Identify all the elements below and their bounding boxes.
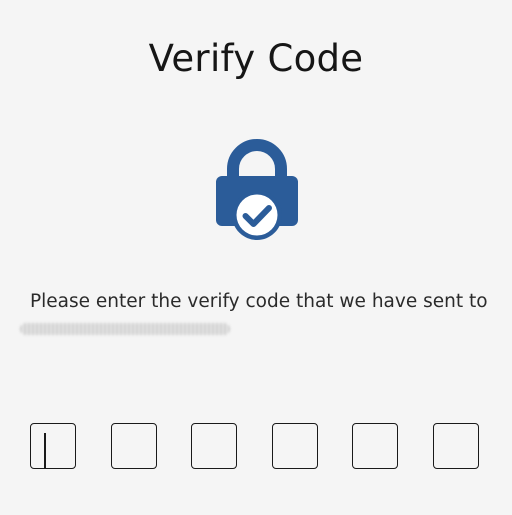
code-digit-5[interactable] xyxy=(352,423,398,469)
code-digit-3[interactable] xyxy=(191,423,237,469)
input-caret xyxy=(44,433,46,469)
code-digit-2[interactable] xyxy=(111,423,157,469)
lock-check-icon xyxy=(214,138,300,244)
verify-code-screen: Verify Code Please enter the verify code… xyxy=(0,0,512,515)
code-digit-6[interactable] xyxy=(433,423,479,469)
masked-destination xyxy=(20,323,230,335)
code-digit-1[interactable] xyxy=(30,423,76,469)
code-digit-4[interactable] xyxy=(272,423,318,469)
verification-code-input[interactable] xyxy=(30,423,482,471)
instruction-text: Please enter the verify code that we hav… xyxy=(30,291,488,312)
page-title: Verify Code xyxy=(148,37,364,80)
